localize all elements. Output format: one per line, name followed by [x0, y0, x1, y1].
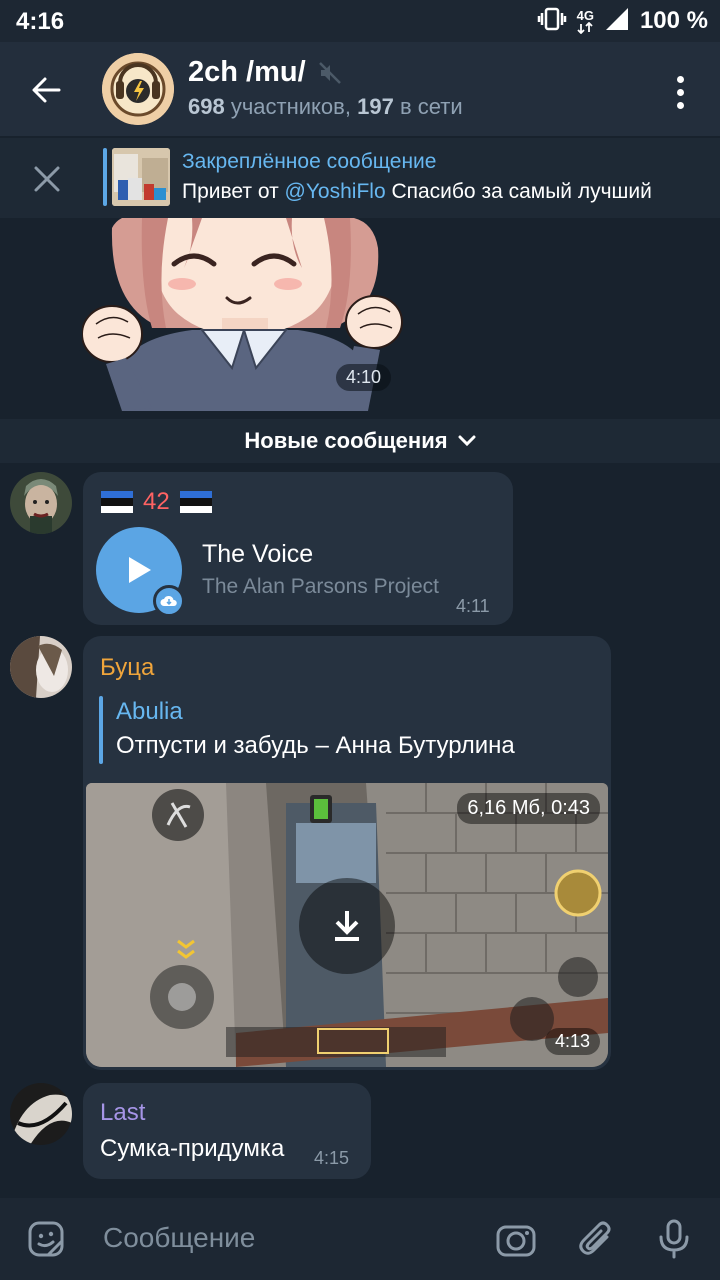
attach-icon[interactable] — [575, 1217, 619, 1261]
pinned-thumbnail — [112, 148, 170, 206]
chat-title[interactable]: 2ch /mu/ — [188, 56, 342, 89]
message-video[interactable]: Буца Abulia Отпусти и забудь – Анна Буту… — [83, 636, 611, 1070]
download-button[interactable] — [299, 878, 395, 974]
message-text[interactable]: Last Сумка-придумка 4:15 — [83, 1083, 371, 1179]
avatar[interactable] — [10, 1083, 72, 1145]
avatar[interactable] — [10, 472, 72, 534]
microphone-icon[interactable] — [652, 1217, 696, 1261]
pinned-text: Привет от @YoshiFlo Спасибо за самый луч… — [182, 180, 652, 203]
reply-text: Отпусти и забудь – Анна Бутурлина — [116, 732, 515, 759]
reply-name: Abulia — [116, 698, 183, 725]
back-button[interactable] — [22, 66, 70, 114]
reply-accent-bar — [99, 696, 103, 764]
audio-caption: 42 — [101, 488, 212, 516]
pinned-accent-bar — [103, 148, 107, 206]
audio-artist: The Alan Parsons Project — [202, 575, 439, 598]
message-body: Сумка-придумка — [100, 1135, 285, 1162]
chevron-down-icon — [458, 435, 476, 447]
message-audio[interactable]: 42 The Voice The Alan Parsons Project 4:… — [83, 472, 513, 625]
video-preview[interactable]: 6,16 Мб, 0:43 4:13 — [86, 783, 608, 1067]
pinned-message[interactable]: Закреплённое сообщение Привет от @YoshiF… — [0, 138, 720, 218]
network-4g-icon: 4G — [577, 9, 594, 34]
sticker-time: 4:10 — [336, 364, 392, 391]
sender-name[interactable]: Last — [100, 1099, 145, 1127]
message-time: 4:15 — [314, 1148, 350, 1168]
video-info: 6,16 Мб, 0:43 — [457, 793, 600, 824]
status-bar: 4:16 4G 100 % — [0, 0, 720, 42]
status-icons: 4G 100 % — [537, 6, 708, 36]
chat-avatar[interactable] — [102, 53, 174, 125]
download-icon — [335, 911, 359, 941]
message-time: 4:13 — [544, 1028, 600, 1055]
battery-level: 100 % — [639, 7, 708, 34]
more-vert-icon[interactable] — [664, 68, 696, 116]
close-icon[interactable] — [30, 162, 64, 196]
back-arrow-icon — [32, 77, 61, 103]
message-input[interactable]: Сообщение — [103, 1222, 255, 1254]
chat-subtitle: 698 участников, 197 в сети — [188, 94, 463, 119]
input-bar: Сообщение — [0, 1198, 720, 1280]
pinned-title: Закреплённое сообщение — [182, 150, 437, 173]
sender-name[interactable]: Буца — [100, 654, 154, 682]
play-icon — [129, 557, 151, 583]
signal-icon — [604, 7, 630, 36]
new-messages-divider[interactable]: Новые сообщения — [0, 419, 720, 463]
sticker-emoji-icon[interactable] — [24, 1217, 68, 1261]
estonia-flag-icon — [101, 491, 133, 513]
status-time: 4:16 — [16, 8, 65, 35]
message-time: 4:11 — [456, 596, 490, 616]
muted-icon — [318, 61, 341, 84]
cloud-download-icon[interactable] — [153, 585, 185, 617]
audio-title: The Voice — [202, 540, 314, 568]
avatar[interactable] — [10, 636, 72, 698]
mention-link[interactable]: @YoshiFlo — [285, 180, 386, 203]
vibrate-icon — [537, 6, 567, 37]
estonia-flag-icon — [179, 491, 212, 513]
chat-header: 2ch /mu/ 698 участников, 197 в сети — [0, 42, 720, 136]
camera-icon[interactable] — [494, 1217, 538, 1261]
